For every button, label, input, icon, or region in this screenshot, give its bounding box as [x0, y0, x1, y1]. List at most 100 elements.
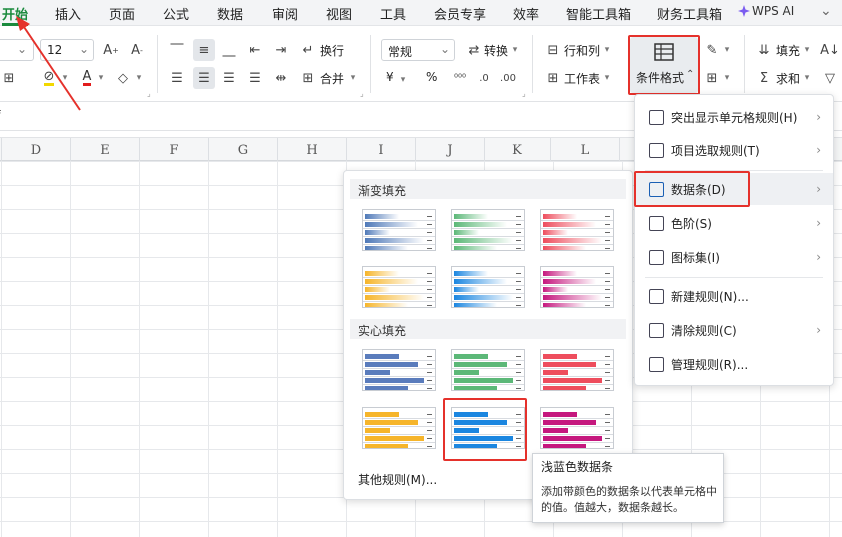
cell-style-icon[interactable]: ✎ [703, 40, 721, 60]
menu-item-icon-sets[interactable]: 图标集(I) › [635, 241, 833, 273]
table-style-icon[interactable]: ⊞ [703, 68, 721, 88]
solid-databar-swatch[interactable] [540, 407, 614, 449]
menu-item-highlight-rules[interactable]: 突出显示单元格规则(H) › [635, 101, 833, 133]
align-top-icon[interactable]: ⎺ [168, 40, 186, 60]
databar-preview-gridline [452, 244, 524, 245]
wrap-text-icon[interactable]: ↵ [300, 40, 316, 60]
menu-item-color-scales[interactable]: 色阶(S) › [635, 207, 833, 239]
convert-icon[interactable]: ⇄ [466, 40, 482, 60]
decrease-decimal-icon[interactable]: .00 [498, 68, 518, 88]
tab-tools[interactable]: 工具 [380, 4, 406, 23]
menu-item-top-bottom-rules[interactable]: 项目选取规则(T) › [635, 134, 833, 166]
chevron-down-icon[interactable]: ▾ [96, 70, 106, 86]
chevron-down-icon[interactable]: ▾ [802, 42, 812, 58]
column-header[interactable]: I [371, 143, 391, 158]
row-column-button[interactable]: 行和列 [564, 42, 600, 59]
column-header[interactable]: F [164, 143, 184, 158]
databar-preview-gridline [452, 277, 524, 278]
merge-button[interactable]: 合并 [320, 70, 344, 87]
filter-icon[interactable]: ▽ [822, 68, 838, 88]
ribbon-collapse-icon[interactable]: ⌄ [820, 3, 832, 19]
distributed-align-icon[interactable]: ⇹ [272, 68, 290, 88]
menu-item-clear-rules[interactable]: 清除规则(C) › [635, 314, 833, 346]
chevron-down-icon[interactable]: ▾ [510, 42, 520, 58]
tab-page[interactable]: 页面 [109, 4, 135, 23]
sort-icon[interactable]: A↓ [820, 40, 840, 60]
column-header[interactable]: L [575, 143, 595, 158]
tab-smart-toolbox[interactable]: 智能工具箱 [566, 4, 631, 23]
increase-indent-icon[interactable]: ⇥ [272, 40, 290, 60]
gradient-databar-swatch[interactable] [540, 209, 614, 251]
align-right-icon[interactable]: ☰ [220, 68, 238, 88]
convert-button[interactable]: 转换 [484, 42, 508, 59]
chevron-down-icon[interactable]: ▾ [398, 72, 408, 88]
fill-icon[interactable]: ⇊ [756, 40, 772, 60]
solid-databar-swatch[interactable] [362, 407, 436, 449]
wps-ai-button[interactable]: WPS AI [752, 4, 794, 18]
chevron-down-icon[interactable]: ▾ [722, 70, 732, 86]
number-format-combo[interactable]: 常规 ⌄ [381, 39, 455, 61]
other-rules-item[interactable]: 其他规则(M)... [358, 471, 437, 488]
tab-review[interactable]: 审阅 [272, 4, 298, 23]
chevron-down-icon[interactable]: ▾ [602, 42, 612, 58]
sum-icon[interactable]: Σ [756, 68, 772, 88]
tab-formula[interactable]: 公式 [163, 4, 189, 23]
gradient-databar-swatch[interactable] [362, 209, 436, 251]
align-middle-icon[interactable]: ≡ [193, 39, 215, 61]
thousands-separator-icon[interactable]: ⁰⁰⁰ [450, 68, 470, 88]
column-header[interactable]: J [440, 143, 460, 158]
solid-databar-swatch[interactable] [540, 349, 614, 391]
justify-icon[interactable]: ☰ [246, 68, 264, 88]
row-column-icon[interactable]: ⊟ [545, 40, 561, 60]
dialog-launcher-icon[interactable]: ⌟ [147, 89, 151, 98]
tab-data[interactable]: 数据 [217, 4, 243, 23]
column-header[interactable]: G [233, 143, 253, 158]
gradient-databar-swatch[interactable] [451, 266, 525, 308]
decrease-indent-icon[interactable]: ⇤ [246, 40, 264, 60]
column-header[interactable]: K [507, 143, 527, 158]
databar-preview-tick [516, 273, 521, 274]
tab-finance-toolbox[interactable]: 财务工具箱 [657, 4, 722, 23]
percent-format-button[interactable]: % [426, 70, 437, 84]
column-header[interactable]: D [26, 143, 46, 158]
menu-item-manage-rules[interactable]: 管理规则(R)... [635, 348, 833, 380]
menu-item-new-rule[interactable]: 新建规则(N)... [635, 280, 833, 312]
merge-cells-icon[interactable]: ⊞ [300, 68, 316, 88]
sum-button[interactable]: 求和 [776, 70, 800, 87]
fill-button[interactable]: 填充 [776, 42, 800, 59]
chevron-down-icon[interactable]: ▾ [348, 70, 358, 86]
databar-preview-bar [365, 370, 390, 375]
menu-item-label: 图标集(I) [671, 250, 720, 265]
wrap-text-button[interactable]: 换行 [320, 42, 344, 59]
dialog-launcher-icon[interactable]: ⌟ [522, 89, 526, 98]
increase-font-icon[interactable]: A + [102, 40, 120, 60]
increase-decimal-icon[interactable]: .0 [474, 68, 494, 88]
databar-preview-bar [454, 287, 479, 292]
chevron-down-icon[interactable]: ▾ [802, 70, 812, 86]
worksheet-icon[interactable]: ⊞ [545, 68, 561, 88]
chevron-down-icon[interactable]: ▾ [134, 70, 144, 86]
align-center-icon[interactable]: ☰ [193, 67, 215, 89]
gradient-databar-swatch[interactable] [362, 266, 436, 308]
tab-view[interactable]: 视图 [326, 4, 352, 23]
databar-preview-bar [543, 444, 586, 448]
chevron-down-icon[interactable]: ▾ [602, 70, 612, 86]
solid-databar-swatch[interactable] [362, 349, 436, 391]
gradient-databar-swatch[interactable] [451, 209, 525, 251]
solid-databar-swatch[interactable] [451, 349, 525, 391]
tab-efficiency[interactable]: 效率 [513, 4, 539, 23]
databar-preview-bar [543, 428, 568, 433]
dialog-launcher-icon[interactable]: ⌟ [360, 89, 364, 98]
decrease-font-icon[interactable]: A- [128, 40, 146, 60]
databar-preview-gridline [363, 426, 435, 427]
column-header[interactable]: H [302, 143, 322, 158]
gradient-databar-swatch[interactable] [540, 266, 614, 308]
align-bottom-icon[interactable]: ⎽ [220, 40, 238, 60]
tab-member[interactable]: 会员专享 [434, 4, 486, 23]
align-left-icon[interactable]: ☰ [168, 68, 186, 88]
column-header[interactable]: E [95, 143, 115, 158]
currency-format-button[interactable]: ¥ [386, 70, 394, 84]
clear-format-icon[interactable]: ◇ [114, 68, 132, 88]
chevron-down-icon[interactable]: ▾ [722, 42, 732, 58]
worksheet-button[interactable]: 工作表 [564, 70, 600, 87]
